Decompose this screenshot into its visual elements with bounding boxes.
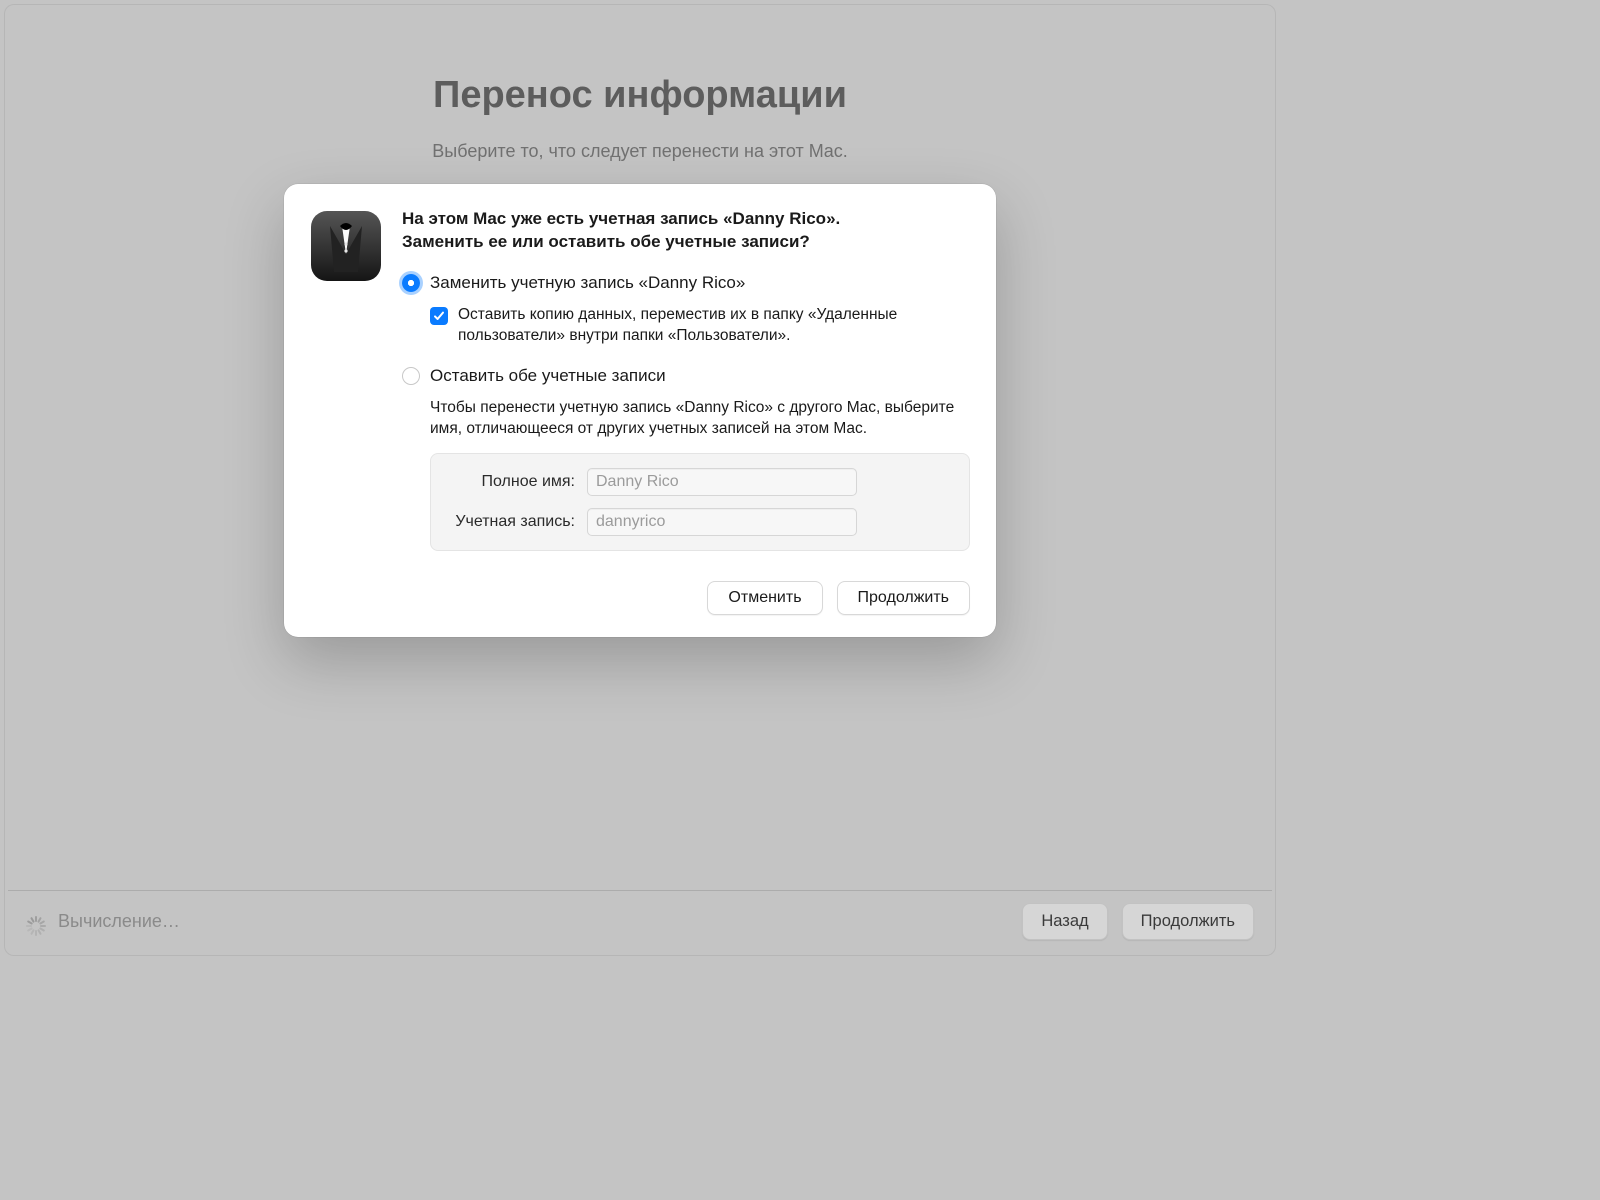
checkbox-keep-copy-label: Оставить копию данных, переместив их в п… <box>458 305 970 347</box>
footer-bar: Вычисление… Назад Продолжить <box>8 890 1272 952</box>
page-title: Перенос информации <box>4 74 1276 117</box>
full-name-field[interactable] <box>587 468 857 496</box>
continue-button[interactable]: Продолжить <box>837 581 970 615</box>
back-button[interactable]: Назад <box>1022 903 1107 940</box>
cancel-button[interactable]: Отменить <box>707 581 822 615</box>
account-name-label: Учетная запись: <box>441 513 587 531</box>
setup-assistant-window: Перенос информации Выберите то, что след… <box>4 4 1276 956</box>
radio-keep-both-label: Оставить обе учетные записи <box>430 365 666 388</box>
footer-continue-button[interactable]: Продолжить <box>1122 903 1254 940</box>
account-conflict-dialog: На этом Mac уже есть учетная запись «Dan… <box>284 184 996 637</box>
account-name-field[interactable] <box>587 508 857 536</box>
radio-keep-both[interactable] <box>402 367 420 385</box>
account-name-panel: Полное имя: Учетная запись: <box>430 453 970 551</box>
keep-both-info: Чтобы перенести учетную запись «Danny Ri… <box>430 398 970 440</box>
dialog-heading: На этом Mac уже есть учетная запись «Dan… <box>402 208 970 254</box>
tuxedo-icon <box>310 210 382 551</box>
checkbox-keep-copy[interactable] <box>430 307 448 325</box>
radio-replace-account-label: Заменить учетную запись «Danny Rico» <box>430 272 745 295</box>
footer-status: Вычисление… <box>58 911 180 932</box>
dialog-heading-line1: На этом Mac уже есть учетная запись «Dan… <box>402 209 840 228</box>
page-subtitle: Выберите то, что следует перенести на эт… <box>4 141 1276 162</box>
radio-replace-account[interactable] <box>402 274 420 292</box>
full-name-label: Полное имя: <box>441 473 587 491</box>
dialog-heading-line2: Заменить ее или оставить обе учетные зап… <box>402 232 810 251</box>
spinner-icon <box>26 912 46 932</box>
